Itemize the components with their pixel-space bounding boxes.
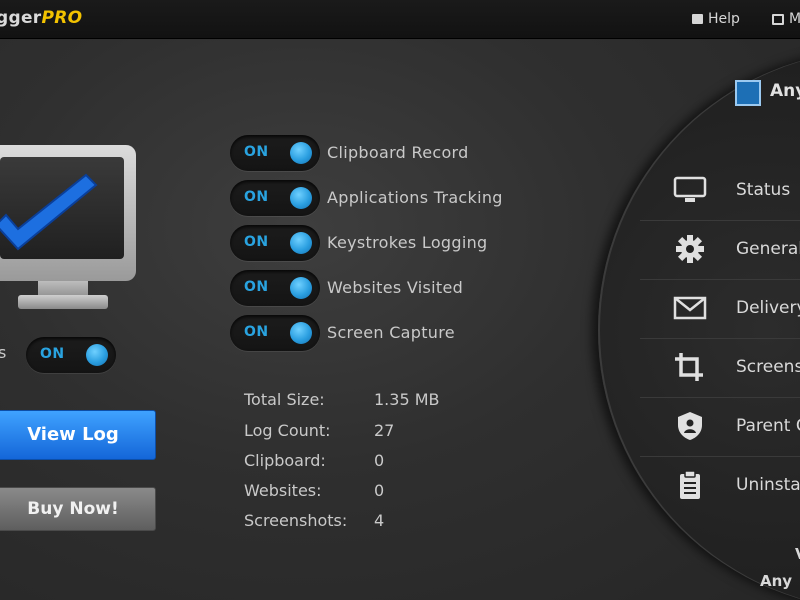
keystrokes-logging-toggle[interactable]: ON xyxy=(230,225,320,261)
sidebar-item-screenshots[interactable]: Screens xyxy=(660,340,800,396)
screenshots-count-value: 4 xyxy=(374,511,385,530)
app-title-main: gger xyxy=(0,8,42,28)
monitoring-toggle[interactable]: ON xyxy=(26,337,116,373)
clipboard-icon xyxy=(680,470,700,499)
websites-visited-toggle[interactable]: ON xyxy=(230,270,320,306)
toggle-state: ON xyxy=(244,189,269,205)
footer-brand-label: Any xyxy=(760,572,793,590)
monitor-icon xyxy=(673,176,707,202)
sidebar-divider xyxy=(640,220,800,221)
applications-tracking-label: Applications Tracking xyxy=(327,188,503,207)
help-link-label: Help xyxy=(708,11,740,27)
applications-tracking-toggle[interactable]: ON xyxy=(230,180,320,216)
toggle-knob xyxy=(290,277,312,299)
help-link[interactable]: Help xyxy=(692,11,740,27)
toggle-knob xyxy=(290,232,312,254)
clipboard-record-toggle[interactable]: ON xyxy=(230,135,320,171)
view-log-button[interactable]: View Log xyxy=(0,410,156,460)
toggle-state: ON xyxy=(40,346,65,362)
monitor-base xyxy=(18,295,108,309)
sidebar-item-label: Parent C xyxy=(736,416,800,436)
log-count-label: Log Count: xyxy=(244,421,331,440)
shield-icon xyxy=(678,412,702,440)
account-icon xyxy=(735,80,761,106)
sidebar-item-status[interactable]: Status xyxy=(660,163,800,219)
toggle-knob xyxy=(290,142,312,164)
menu-link[interactable]: M xyxy=(772,11,800,27)
log-count-value: 27 xyxy=(374,421,395,440)
toggle-state: ON xyxy=(244,234,269,250)
sidebar-item-delivery[interactable]: Delivery xyxy=(660,281,800,337)
sidebar-item-parent-control[interactable]: Parent C xyxy=(660,399,800,455)
envelope-icon xyxy=(673,296,707,320)
websites-count-value: 0 xyxy=(374,481,385,500)
account-label: Any xyxy=(770,81,800,101)
checkmark-icon xyxy=(0,173,98,251)
websites-count-label: Websites: xyxy=(244,481,322,500)
sidebar-item-label: Uninsta xyxy=(736,475,800,495)
menu-icon xyxy=(772,13,784,25)
sidebar-item-label: Status xyxy=(736,180,791,200)
gear-icon xyxy=(676,235,704,263)
total-size-label: Total Size: xyxy=(244,390,325,409)
toggle-knob xyxy=(290,322,312,344)
clipboard-count-label: Clipboard: xyxy=(244,451,326,470)
websites-visited-label: Websites Visited xyxy=(327,278,464,297)
menu-link-label: M xyxy=(789,11,800,27)
monitor-status-graphic xyxy=(0,145,140,309)
crop-icon xyxy=(675,353,703,381)
version-label: V xyxy=(795,545,800,563)
toggle-knob xyxy=(290,187,312,209)
title-bar: ggerPRO Help M xyxy=(0,0,800,39)
help-icon xyxy=(692,14,703,24)
sidebar-item-label: Screens xyxy=(736,357,800,377)
screenshots-count-label: Screenshots: xyxy=(244,511,348,530)
app-title: ggerPRO xyxy=(0,8,82,28)
sidebar-item-general[interactable]: General xyxy=(660,222,800,278)
buy-now-button[interactable]: Buy Now! xyxy=(0,487,156,531)
clipboard-record-label: Clipboard Record xyxy=(327,143,469,162)
sidebar-divider xyxy=(640,456,800,457)
keystrokes-logging-label: Keystrokes Logging xyxy=(327,233,488,252)
toggle-state: ON xyxy=(244,279,269,295)
total-size-value: 1.35 MB xyxy=(374,390,440,409)
toggle-state: ON xyxy=(244,144,269,160)
screen-capture-toggle[interactable]: ON xyxy=(230,315,320,351)
sidebar-divider xyxy=(640,279,800,280)
toggle-state: ON xyxy=(244,324,269,340)
clipboard-count-value: 0 xyxy=(374,451,385,470)
sidebar-item-label: General xyxy=(736,239,800,259)
sidebar-item-label: Delivery xyxy=(736,298,800,318)
toggle-knob xyxy=(86,344,108,366)
sidebar-divider xyxy=(640,397,800,398)
sidebar-item-uninstall[interactable]: Uninsta xyxy=(660,458,800,514)
sidebar-divider xyxy=(640,338,800,339)
app-title-pro: PRO xyxy=(41,8,83,28)
app-window: ggerPRO Help M s ON ON Clipboard Record … xyxy=(0,0,800,600)
monitoring-label: s xyxy=(0,343,7,362)
screen-capture-label: Screen Capture xyxy=(327,323,455,342)
